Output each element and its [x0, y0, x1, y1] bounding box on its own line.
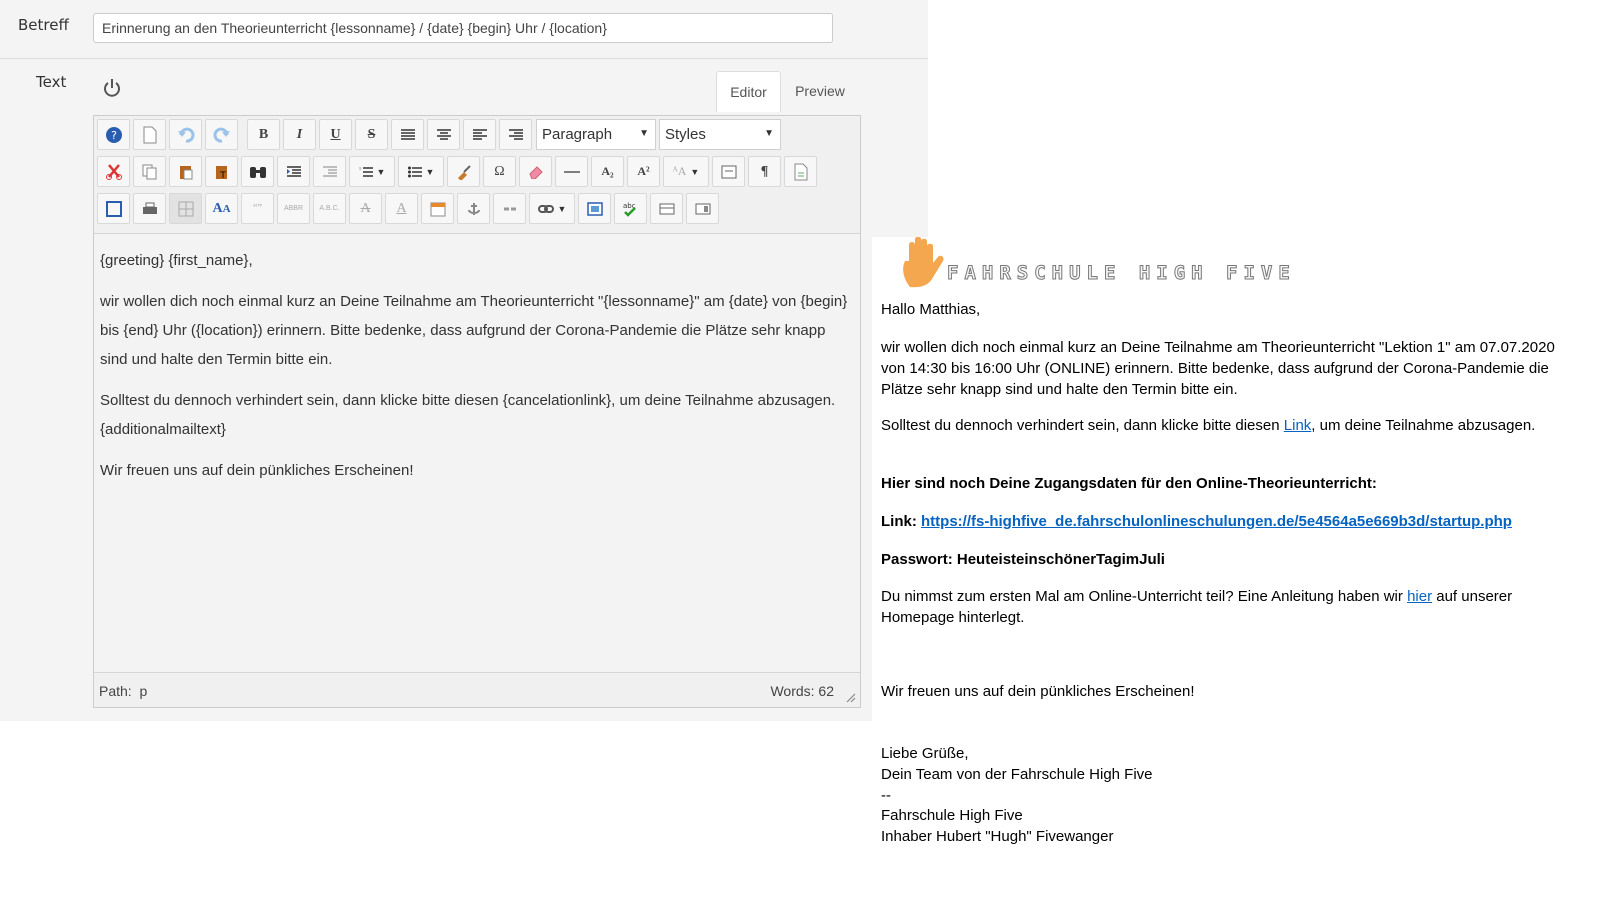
- unlink-icon[interactable]: [493, 193, 526, 224]
- cancel-link[interactable]: Link: [1284, 417, 1312, 434]
- anchor-icon[interactable]: [457, 193, 490, 224]
- acronym-icon[interactable]: A.B.C.: [313, 193, 346, 224]
- svg-text:?: ?: [111, 129, 117, 142]
- cut-icon[interactable]: [97, 156, 130, 187]
- editor-paragraph: {greeting} {first_name},: [100, 252, 253, 269]
- paragraph-mark-icon[interactable]: ¶: [748, 156, 781, 187]
- superscript-icon[interactable]: A²: [627, 156, 660, 187]
- underline-icon[interactable]: U: [319, 119, 352, 150]
- align-justify-icon[interactable]: [391, 119, 424, 150]
- image-icon[interactable]: [578, 193, 611, 224]
- indent-icon[interactable]: [313, 156, 346, 187]
- fahrschule-logo: FAHRSCHULE HIGH FIVE: [900, 237, 1290, 297]
- insert-date-icon[interactable]: [421, 193, 454, 224]
- font-style-icon[interactable]: AA: [205, 193, 238, 224]
- text-label: Text: [36, 73, 67, 91]
- subject-input[interactable]: Erinnerung an den Theorieunterricht {les…: [93, 13, 833, 43]
- email-preview: FAHRSCHULE HIGH FIVE Hallo Matthias, wir…: [872, 237, 1582, 867]
- element-path: Path: p: [99, 683, 148, 699]
- clean-format-icon[interactable]: [447, 156, 480, 187]
- email-paragraph: Du nimmst zum ersten Mal am Online-Unter…: [881, 588, 1513, 626]
- redo-icon[interactable]: [205, 119, 238, 150]
- insertion-icon[interactable]: A: [385, 193, 418, 224]
- editor-paragraph: Solltest du dennoch verhindert sein, dan…: [100, 392, 836, 438]
- deletion-icon[interactable]: A: [349, 193, 382, 224]
- email-access-link: Link: https://fs-highfive_de.fahrschulon…: [881, 513, 1512, 530]
- visual-aid-icon[interactable]: [169, 193, 202, 224]
- copy-icon[interactable]: [133, 156, 166, 187]
- email-paragraph: Solltest du dennoch verhindert sein, dan…: [881, 417, 1536, 434]
- rich-text-editor: ? B I U S Paragraph ▼ Styles ▼ T 1 ▼ ▼ Ω…: [93, 115, 861, 708]
- email-signature: Inhaber Hubert "Hugh" Fivewanger: [881, 828, 1114, 845]
- styles-select[interactable]: Styles ▼: [659, 119, 781, 150]
- numbered-list-icon[interactable]: 1 ▼: [349, 156, 395, 187]
- guide-link[interactable]: hier: [1407, 588, 1432, 605]
- tab-preview[interactable]: Preview: [781, 71, 859, 111]
- svg-text:T: T: [219, 171, 226, 180]
- bullet-list-icon[interactable]: ▼: [398, 156, 444, 187]
- quote-icon[interactable]: “”: [241, 193, 274, 224]
- editor-paragraph: wir wollen dich noch einmal kurz an Dein…: [100, 293, 848, 368]
- special-char-icon[interactable]: Ω: [483, 156, 516, 187]
- align-left-icon[interactable]: [463, 119, 496, 150]
- template-icon[interactable]: [712, 156, 745, 187]
- subject-row: Betreff Erinnerung an den Theorieunterri…: [0, 0, 928, 59]
- online-course-link[interactable]: https://fs-highfive_de.fahrschulonlinesc…: [921, 513, 1512, 530]
- italic-icon[interactable]: I: [283, 119, 316, 150]
- undo-icon[interactable]: [169, 119, 202, 150]
- align-right-icon[interactable]: [499, 119, 532, 150]
- abbreviation-icon[interactable]: ABBR: [277, 193, 310, 224]
- outdent-icon[interactable]: [277, 156, 310, 187]
- logo-wordmark: FAHRSCHULE HIGH FIVE: [947, 262, 1296, 284]
- subject-label: Betreff: [18, 16, 69, 34]
- editor-paragraph: Wir freuen uns auf dein pünkliches Ersch…: [100, 462, 414, 479]
- paste-icon[interactable]: [169, 156, 202, 187]
- subscript-icon[interactable]: A₂: [591, 156, 624, 187]
- tab-editor[interactable]: Editor: [716, 71, 781, 112]
- email-access-heading: Hier sind noch Deine Zugangsdaten für de…: [881, 475, 1377, 492]
- find-icon[interactable]: [241, 156, 274, 187]
- editor-statusbar: Path: p Words: 62: [94, 672, 860, 707]
- email-password: Passwort: HeuteisteinschönerTagimJuli: [881, 551, 1165, 568]
- new-document-icon[interactable]: [133, 119, 166, 150]
- template-editor-panel: Betreff Erinnerung an den Theorieunterri…: [0, 0, 928, 721]
- eraser-icon[interactable]: [519, 156, 552, 187]
- print-icon[interactable]: [133, 193, 166, 224]
- bold-icon[interactable]: B: [247, 119, 280, 150]
- editor-toolbar: ? B I U S Paragraph ▼ Styles ▼ T 1 ▼ ▼ Ω…: [94, 116, 860, 234]
- email-signature: Fahrschule High Five: [881, 807, 1023, 824]
- email-signature: --: [881, 787, 891, 804]
- document-props-icon[interactable]: [784, 156, 817, 187]
- email-closing: Wir freuen uns auf dein pünkliches Ersch…: [881, 683, 1195, 700]
- layer-icon[interactable]: [686, 193, 719, 224]
- fullscreen-icon[interactable]: [97, 193, 130, 224]
- spellcheck-abc-icon[interactable]: abc: [614, 193, 647, 224]
- link-icon[interactable]: ▼: [529, 193, 575, 224]
- svg-text:1: 1: [359, 166, 361, 171]
- email-paragraph: wir wollen dich noch einmal kurz an Dein…: [881, 339, 1555, 398]
- help-icon[interactable]: ?: [97, 119, 130, 150]
- email-signature: Dein Team von der Fahrschule High Five: [881, 766, 1153, 783]
- paste-text-icon[interactable]: T: [205, 156, 238, 187]
- table-icon[interactable]: [650, 193, 683, 224]
- hand-icon: [903, 237, 944, 288]
- horizontal-rule-icon[interactable]: [555, 156, 588, 187]
- strikethrough-icon[interactable]: S: [355, 119, 388, 150]
- resize-grip-icon[interactable]: [844, 691, 856, 703]
- email-signature: Liebe Grüße,: [881, 745, 969, 762]
- email-greeting: Hallo Matthias,: [881, 301, 981, 318]
- power-icon[interactable]: [101, 77, 123, 99]
- editor-content[interactable]: {greeting} {first_name}, wir wollen dich…: [94, 234, 860, 674]
- align-center-icon[interactable]: [427, 119, 460, 150]
- format-select[interactable]: Paragraph ▼: [536, 119, 656, 150]
- word-count: Words: 62: [770, 683, 834, 699]
- spellcheck-icon[interactable]: ᴬA ▼: [663, 156, 709, 187]
